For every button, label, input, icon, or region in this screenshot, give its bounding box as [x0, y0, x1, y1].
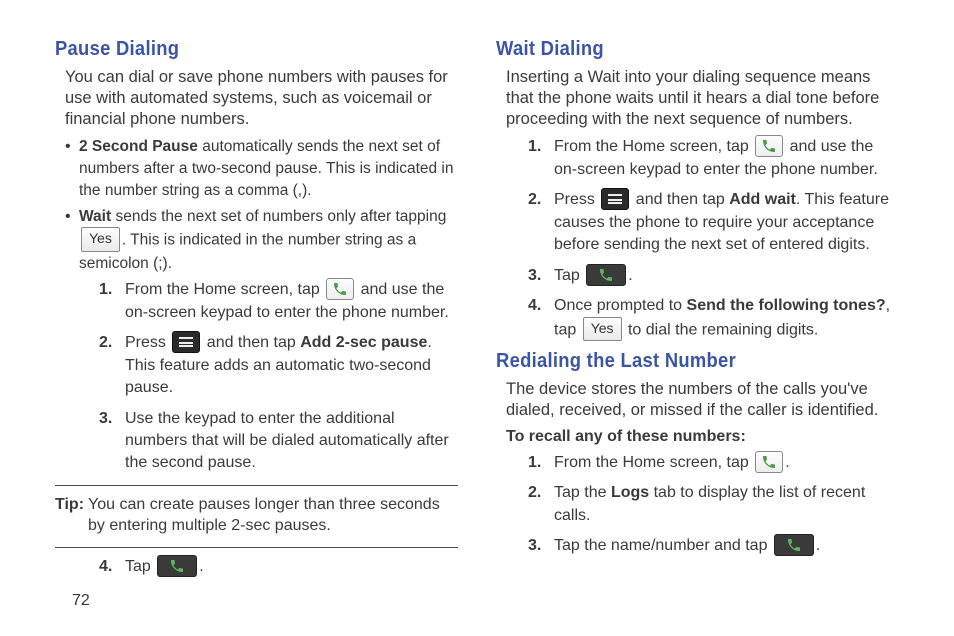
yes-button[interactable]: Yes [583, 317, 622, 342]
phone-icon[interactable] [755, 135, 783, 157]
wait-step-1: From the Home screen, tap and use the on… [528, 136, 899, 181]
redial-step-2: Tap the Logs tab to display the list of … [528, 482, 899, 527]
pause-step-2: Press and then tap Add 2-sec pause. This… [99, 332, 458, 399]
tip-label: Tip: [55, 494, 84, 537]
bullet-wait: Wait sends the next set of numbers only … [65, 206, 458, 275]
pause-step-4: Tap . [99, 556, 458, 579]
redial-subhead: To recall any of these numbers: [506, 428, 899, 446]
call-icon[interactable] [157, 555, 197, 577]
wait-intro: Inserting a Wait into your dialing seque… [506, 67, 899, 130]
wait-step-3: Tap . [528, 265, 899, 288]
pause-intro: You can dial or save phone numbers with … [65, 67, 458, 130]
phone-icon[interactable] [326, 278, 354, 300]
pause-steps: From the Home screen, tap and use the on… [99, 279, 458, 475]
wait-step-4: Once prompted to Send the following tone… [528, 295, 899, 342]
pause-steps-cont: Tap . [99, 556, 458, 579]
call-icon[interactable] [586, 264, 626, 286]
pause-bullets: 2 Second Pause automatically sends the n… [65, 136, 458, 275]
wait-steps: From the Home screen, tap and use the on… [528, 136, 899, 342]
call-icon[interactable] [774, 534, 814, 556]
page-number: 72 [72, 592, 90, 610]
tip-body: You can create pauses longer than three … [88, 494, 458, 537]
right-column: Wait Dialing Inserting a Wait into your … [496, 38, 899, 587]
tip-row: Tip: You can create pauses longer than t… [55, 494, 458, 537]
bullet-2sec-pause: 2 Second Pause automatically sends the n… [65, 136, 458, 202]
divider [55, 485, 458, 486]
phone-icon[interactable] [755, 451, 783, 473]
heading-pause-dialing: Pause Dialing [55, 38, 426, 61]
heading-redialing: Redialing the Last Number [496, 350, 867, 373]
yes-button[interactable]: Yes [81, 227, 120, 252]
redial-steps: From the Home screen, tap . Tap the Logs… [528, 452, 899, 558]
left-column: Pause Dialing You can dial or save phone… [55, 38, 458, 587]
menu-icon[interactable] [172, 331, 200, 353]
pause-step-3: Use the keypad to enter the additional n… [99, 408, 458, 475]
redial-step-3: Tap the name/number and tap . [528, 535, 899, 558]
menu-icon[interactable] [601, 188, 629, 210]
redial-step-1: From the Home screen, tap . [528, 452, 899, 475]
pause-step-1: From the Home screen, tap and use the on… [99, 279, 458, 324]
heading-wait-dialing: Wait Dialing [496, 38, 867, 61]
redial-intro: The device stores the numbers of the cal… [506, 379, 899, 421]
wait-step-2: Press and then tap Add wait. This featur… [528, 189, 899, 256]
divider [55, 547, 458, 548]
